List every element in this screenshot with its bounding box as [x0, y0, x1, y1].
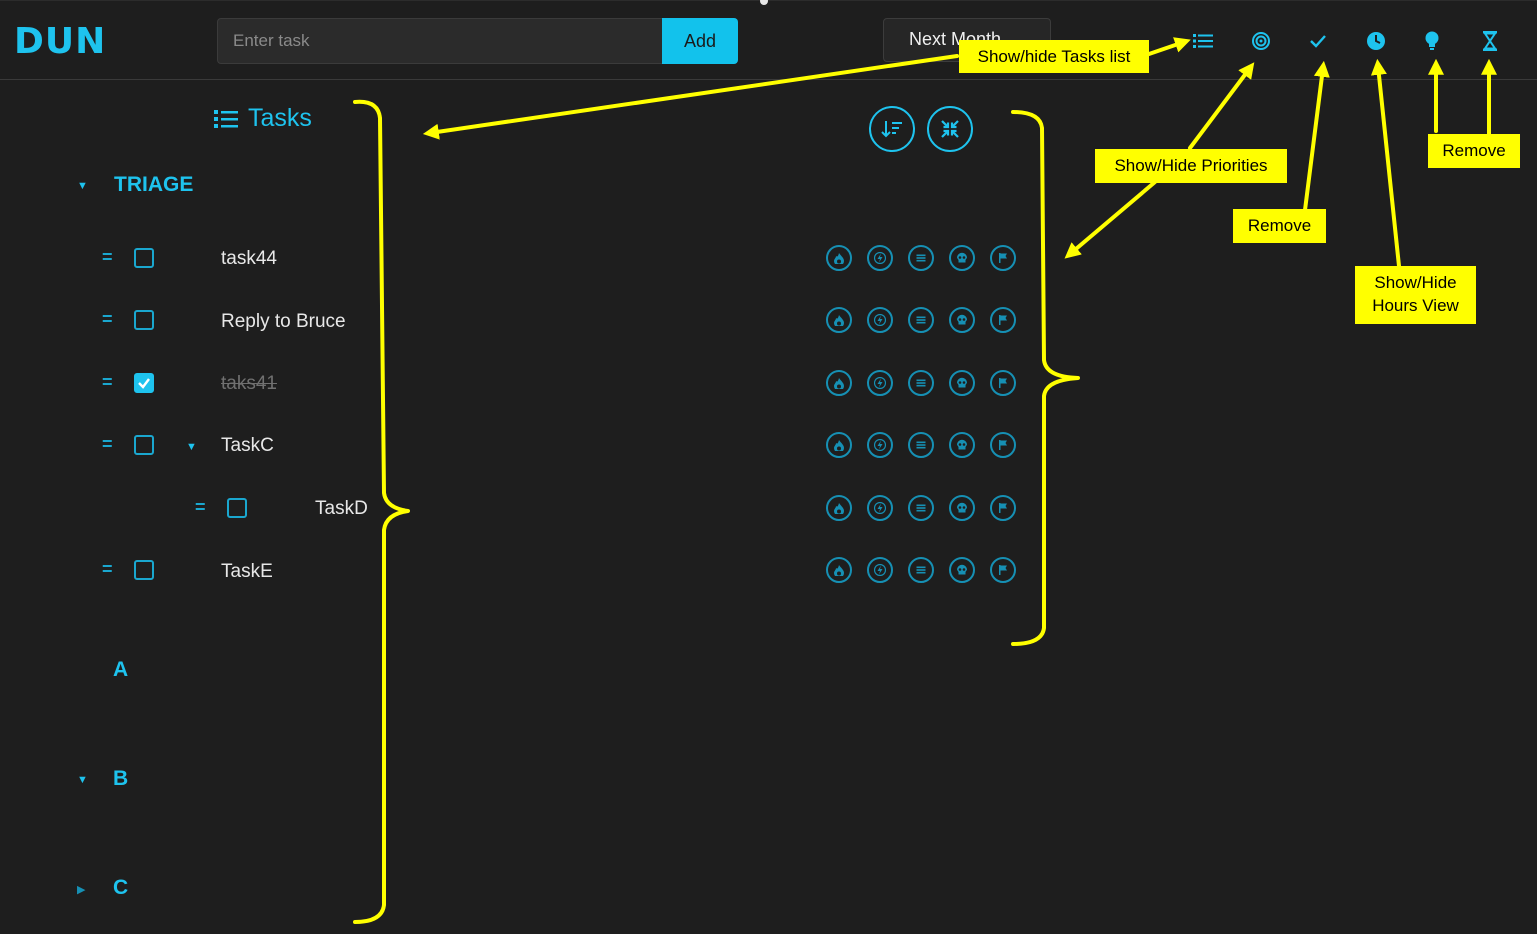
annotation-overlay — [353, 37, 1497, 924]
priorities-bracket — [1011, 110, 1080, 646]
arrow-to-check-icon — [1303, 60, 1330, 212]
callout-remove-2: Remove — [1428, 134, 1520, 168]
arrow-to-tasks — [422, 54, 959, 140]
callout-line-1: Show/Hide — [1374, 273, 1457, 292]
callout-show-hide-hours: Show/Hide Hours View — [1355, 266, 1476, 324]
arrow-to-clock-icon — [1370, 58, 1401, 268]
callout-show-hide-tasks: Show/hide Tasks list — [959, 40, 1149, 73]
arrow-to-list-icon — [1147, 37, 1191, 56]
callout-show-hide-priorities: Show/Hide Priorities — [1095, 149, 1287, 183]
callout-line-2: Hours View — [1372, 296, 1459, 315]
arrow-to-target-icon — [1188, 62, 1255, 150]
callout-remove-1: Remove — [1233, 209, 1326, 243]
arrow-to-priorities — [1064, 180, 1157, 259]
tasks-bracket — [353, 99, 410, 924]
